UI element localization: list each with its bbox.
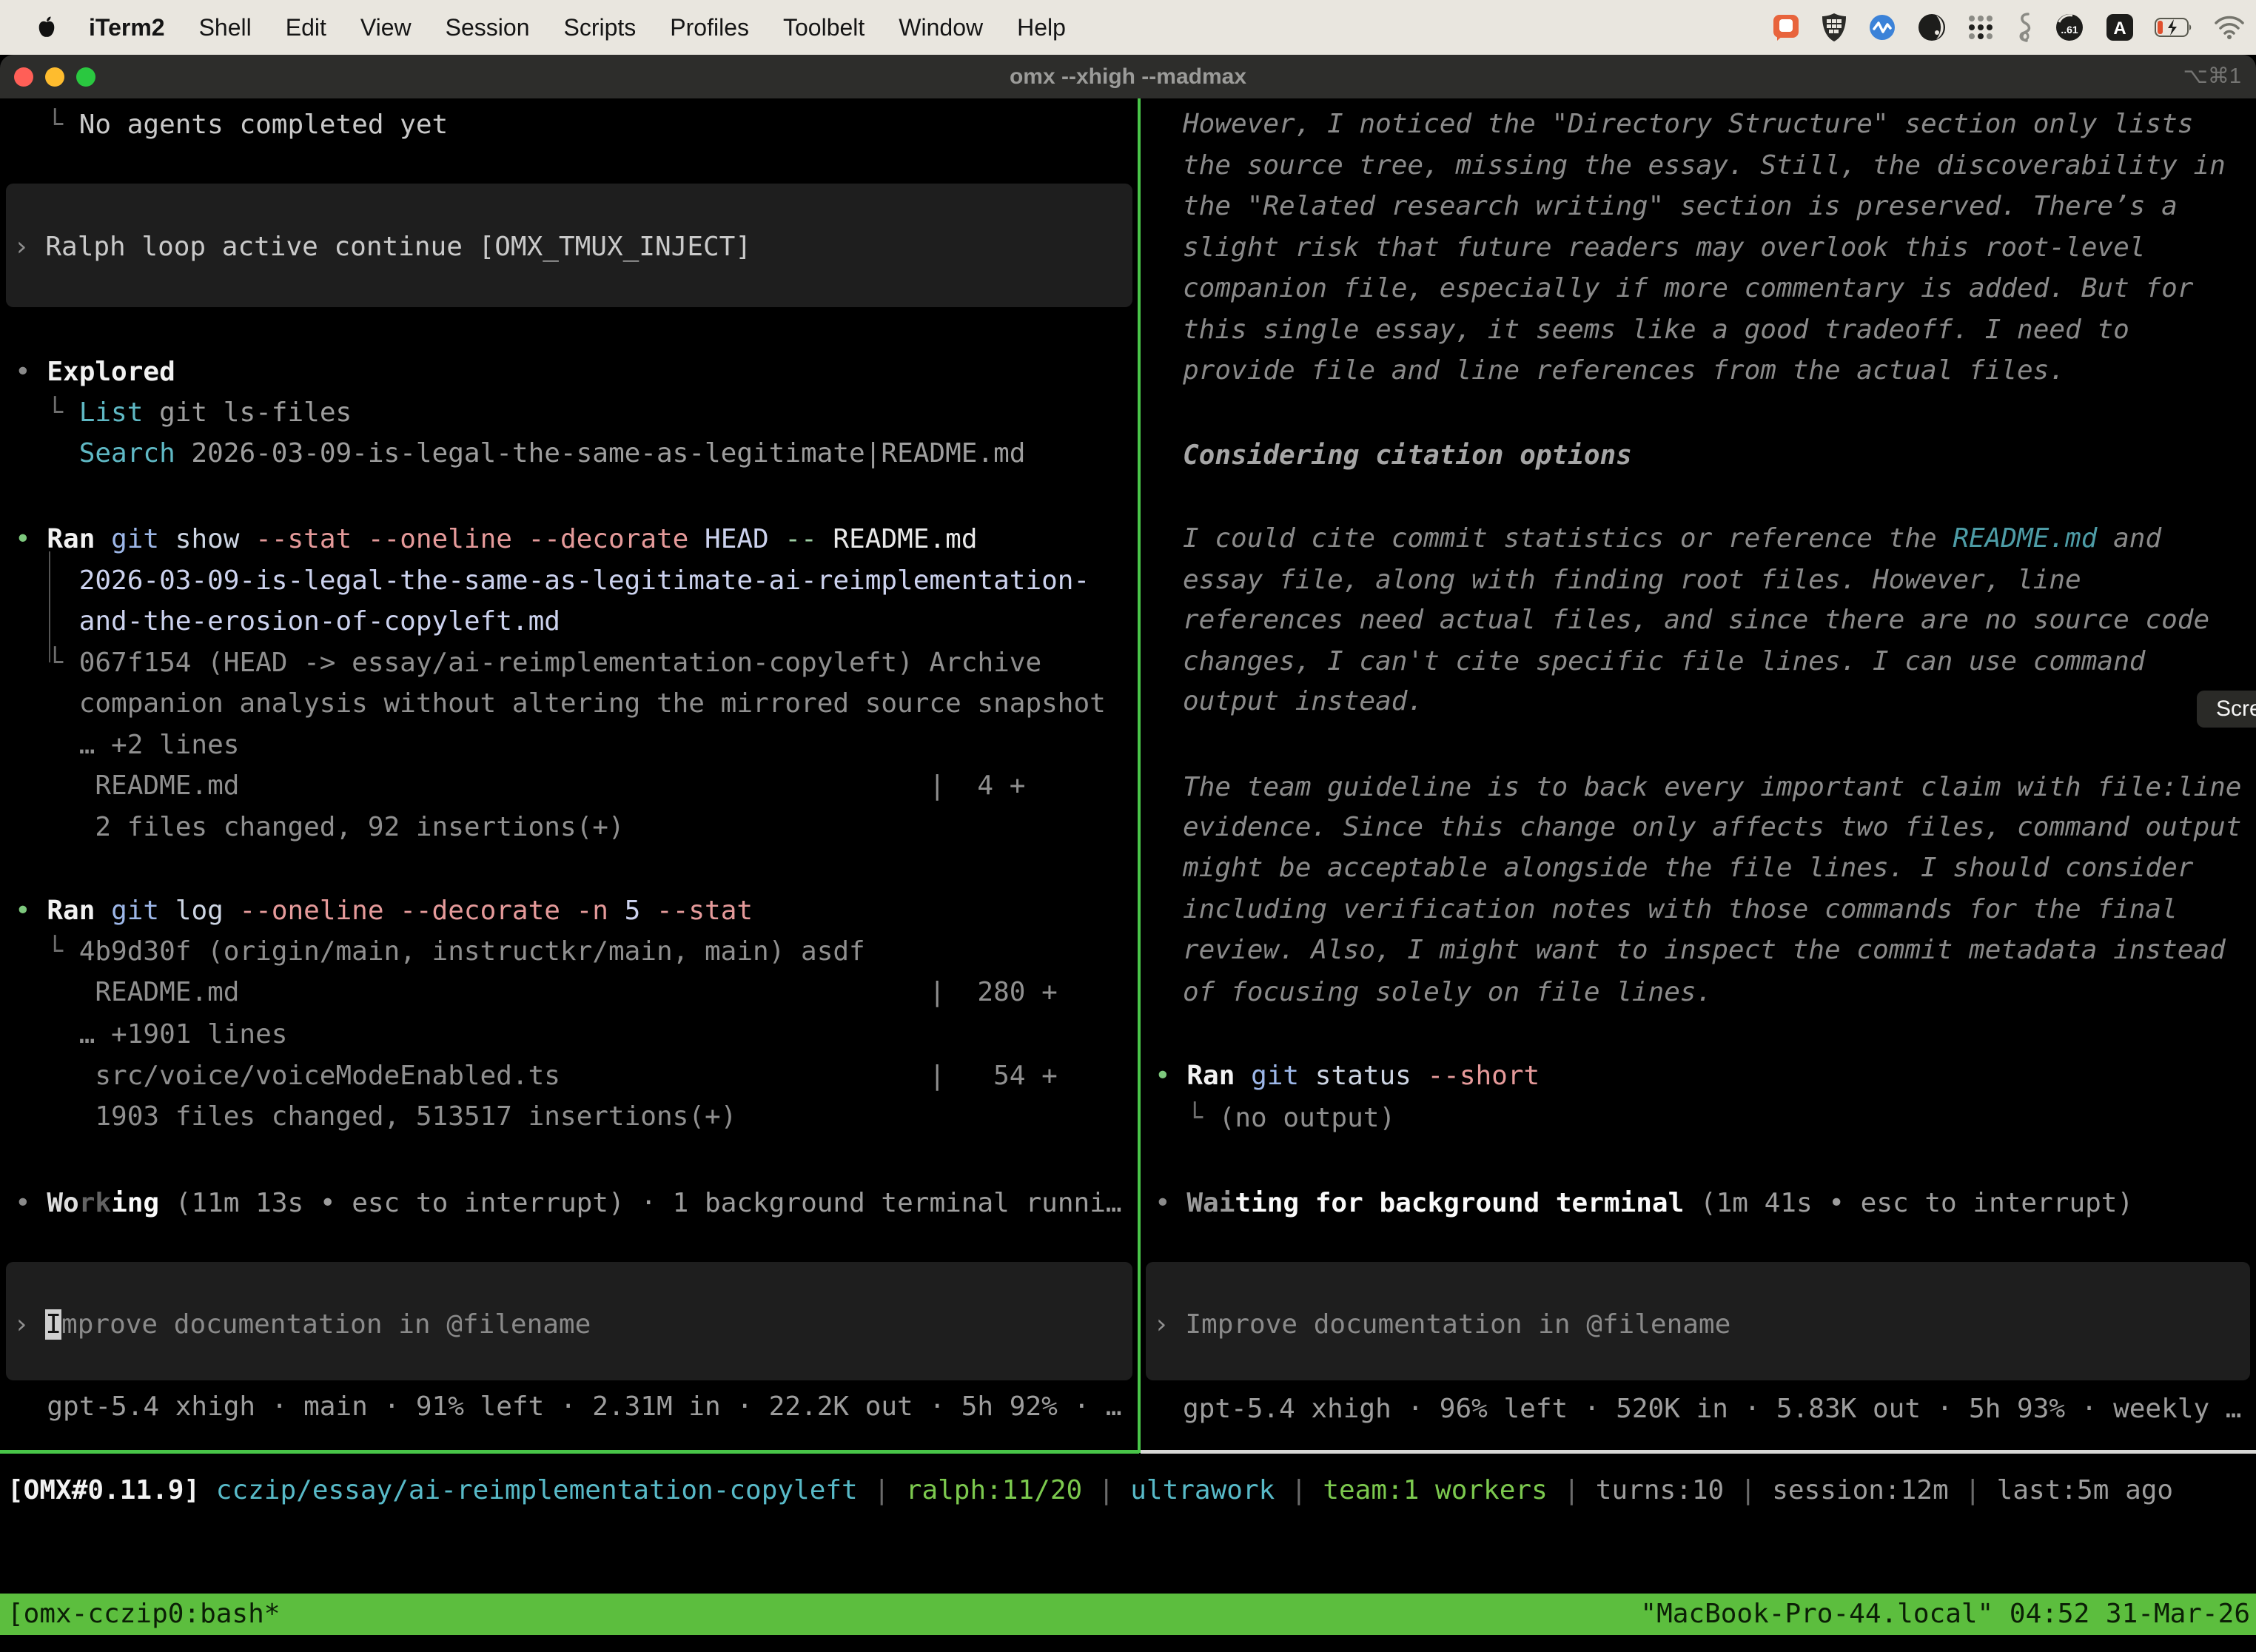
agents-status-line: └ No agents completed yet xyxy=(15,104,448,146)
menu-item-help[interactable]: Help xyxy=(1017,14,1066,41)
svg-text:..61: ..61 xyxy=(2061,24,2078,36)
thinking-para2-line: I could cite commit statistics or refere… xyxy=(1183,517,2161,560)
chat-icon[interactable] xyxy=(1771,13,1801,42)
wave-icon[interactable] xyxy=(1867,13,1897,42)
prompt-input-right-text[interactable]: › Improve documentation in @filename xyxy=(1153,1303,1730,1346)
thinking-para1-line: provide file and line references from th… xyxy=(1183,349,2065,392)
menu-item-profiles[interactable]: Profiles xyxy=(670,14,749,41)
macos-menu-bar: iTerm2 Shell Edit View Session Scripts P… xyxy=(0,0,2256,55)
thinking-para3-line: of focusing solely on file lines. xyxy=(1183,971,1712,1013)
ran-git-show-title: • Ran git show --stat --oneline --decora… xyxy=(15,518,978,560)
menu-item-shell[interactable]: Shell xyxy=(199,14,252,41)
window-title-bar: omx --xhigh --madmax ⌥⌘1 xyxy=(0,55,2256,98)
shield-icon[interactable] xyxy=(1821,13,1847,42)
ran-git-log-out4: src/voice/voiceModeEnabled.ts | 54 + xyxy=(15,1055,1058,1097)
thinking-para3-line: evidence. Since this change only affects… xyxy=(1183,806,2241,848)
menu-item-scripts[interactable]: Scripts xyxy=(563,14,636,41)
ran-git-log-out3: … +1901 lines xyxy=(15,1013,287,1055)
explored-search-line: Search 2026-03-09-is-legal-the-same-as-l… xyxy=(15,432,1025,474)
menu-bar-status-icons: ..61 A xyxy=(1771,0,2246,55)
waiting-status-line: • Waiting for background terminal (1m 41… xyxy=(1155,1182,2133,1224)
ran-git-show-out1: └ 067f154 (HEAD -> essay/ai-reimplementa… xyxy=(15,642,1041,684)
thinking-para1-line: However, I noticed the "Directory Struct… xyxy=(1183,103,2193,145)
prompt-input-left-text[interactable]: › Improve documentation in @filename xyxy=(13,1303,591,1346)
menu-item-view[interactable]: View xyxy=(360,14,412,41)
terminal-content: └ No agents completed yet › Ralph loop a… xyxy=(0,98,2256,1652)
menu-item-iterm2[interactable]: iTerm2 xyxy=(89,14,165,41)
ran-git-status-out: └ (no output) xyxy=(1155,1097,1395,1139)
ran-git-show-arg2: and-the-erosion-of-copyleft.md xyxy=(15,600,560,642)
thinking-para3-line: The team guideline is to back every impo… xyxy=(1183,766,2241,808)
thinking-para1-line: the "Related research writing" section i… xyxy=(1183,185,2178,227)
thinking-para1-line: the source tree, missing the essay. Stil… xyxy=(1183,144,2226,187)
eclipse-icon[interactable] xyxy=(1917,13,1947,42)
omx-status-line: [OMX#0.11.9] cczip/essay/ai-reimplementa… xyxy=(7,1469,2173,1511)
ralph-loop-line: › Ralph loop active continue [OMX_TMUX_I… xyxy=(13,226,751,268)
thinking-para2-line: references need actual files, and since … xyxy=(1183,599,2209,641)
working-status-line: • Working (11m 13s • esc to interrupt) ·… xyxy=(15,1182,1122,1224)
thinking-para3-line: might be acceptable alongside the file l… xyxy=(1183,847,2193,889)
window-title: omx --xhigh --madmax xyxy=(0,55,2256,98)
menu-item-toolbelt[interactable]: Toolbelt xyxy=(783,14,865,41)
thinking-para3-line: review. Also, I might want to inspect th… xyxy=(1183,929,2226,971)
window-shortcut-badge: ⌥⌘1 xyxy=(2183,55,2241,98)
menu-item-window[interactable]: Window xyxy=(899,14,983,41)
pane-divider-bottom-right xyxy=(1141,1450,2256,1454)
ran-git-show-out3: … +2 lines xyxy=(15,724,239,766)
explored-title: • Explored xyxy=(15,351,175,393)
ran-git-show-out2: companion analysis without altering the … xyxy=(15,682,1106,725)
badge-61-icon[interactable]: ..61 xyxy=(2054,12,2085,43)
thinking-para2-line: changes, I can't cite specific file line… xyxy=(1183,640,2145,682)
thinking-para1-line: companion file, especially if more comme… xyxy=(1183,267,2193,309)
apple-menu-icon[interactable] xyxy=(37,16,56,38)
thinking-para1-line: this single essay, it seems like a good … xyxy=(1183,309,2129,351)
tmux-host-clock: "MacBook-Pro-44.local" 04:52 31-Mar-26 xyxy=(1640,1594,2250,1635)
battery-icon[interactable] xyxy=(2155,18,2193,37)
ran-git-log-out5: 1903 files changed, 513517 insertions(+) xyxy=(15,1095,736,1138)
thinking-para3-line: including verification notes with those … xyxy=(1183,888,2178,930)
tmux-status-bar: [omx-cczip0:bash* "MacBook-Pro-44.local"… xyxy=(0,1594,2256,1635)
thinking-para1-line: slight risk that future readers may over… xyxy=(1183,226,2145,269)
ran-git-log-title: • Ran git log --oneline --decorate -n 5 … xyxy=(15,890,753,932)
ran-git-show-out5: 2 files changed, 92 insertions(+) xyxy=(15,806,625,848)
menu-item-edit[interactable]: Edit xyxy=(286,14,326,41)
wifi-icon[interactable] xyxy=(2213,15,2246,40)
screen: iTerm2 Shell Edit View Session Scripts P… xyxy=(0,0,2256,1652)
ran-git-log-out1: └ 4b9d30f (origin/main, instructkr/main,… xyxy=(15,930,865,973)
ran-git-status-title: • Ran git status --short xyxy=(1155,1055,1540,1097)
explored-list-line: └ List git ls-files xyxy=(15,392,352,434)
tmux-session-label[interactable]: [omx-cczip0:bash* xyxy=(7,1594,280,1635)
ran-git-show-arg1: 2026-03-09-is-legal-the-same-as-legitima… xyxy=(15,560,1090,602)
ran-git-show-out4: README.md | 4 + xyxy=(15,765,1025,807)
thinking-heading: Considering citation options xyxy=(1183,434,1632,477)
squiggle-icon[interactable] xyxy=(2015,12,2034,43)
a-square-icon[interactable]: A xyxy=(2105,13,2135,42)
pane-divider-vertical[interactable] xyxy=(1138,98,1141,1453)
thinking-para2-line: output instead. xyxy=(1183,680,1423,722)
screen-share-toast[interactable]: Scre xyxy=(2197,691,2256,728)
grid-dots-icon[interactable] xyxy=(1967,13,1995,41)
thinking-para2-line: essay file, along with finding root file… xyxy=(1183,559,2081,601)
ran-git-log-out2: README.md | 280 + xyxy=(15,971,1058,1013)
model-status-right: gpt-5.4 xhigh · 96% left · 520K in · 5.8… xyxy=(1183,1388,2241,1430)
svg-text:A: A xyxy=(2113,19,2126,38)
pane-divider-bottom-left xyxy=(0,1450,1139,1454)
menu-item-session[interactable]: Session xyxy=(446,14,530,41)
model-status-left: gpt-5.4 xhigh · main · 91% left · 2.31M … xyxy=(15,1386,1122,1428)
